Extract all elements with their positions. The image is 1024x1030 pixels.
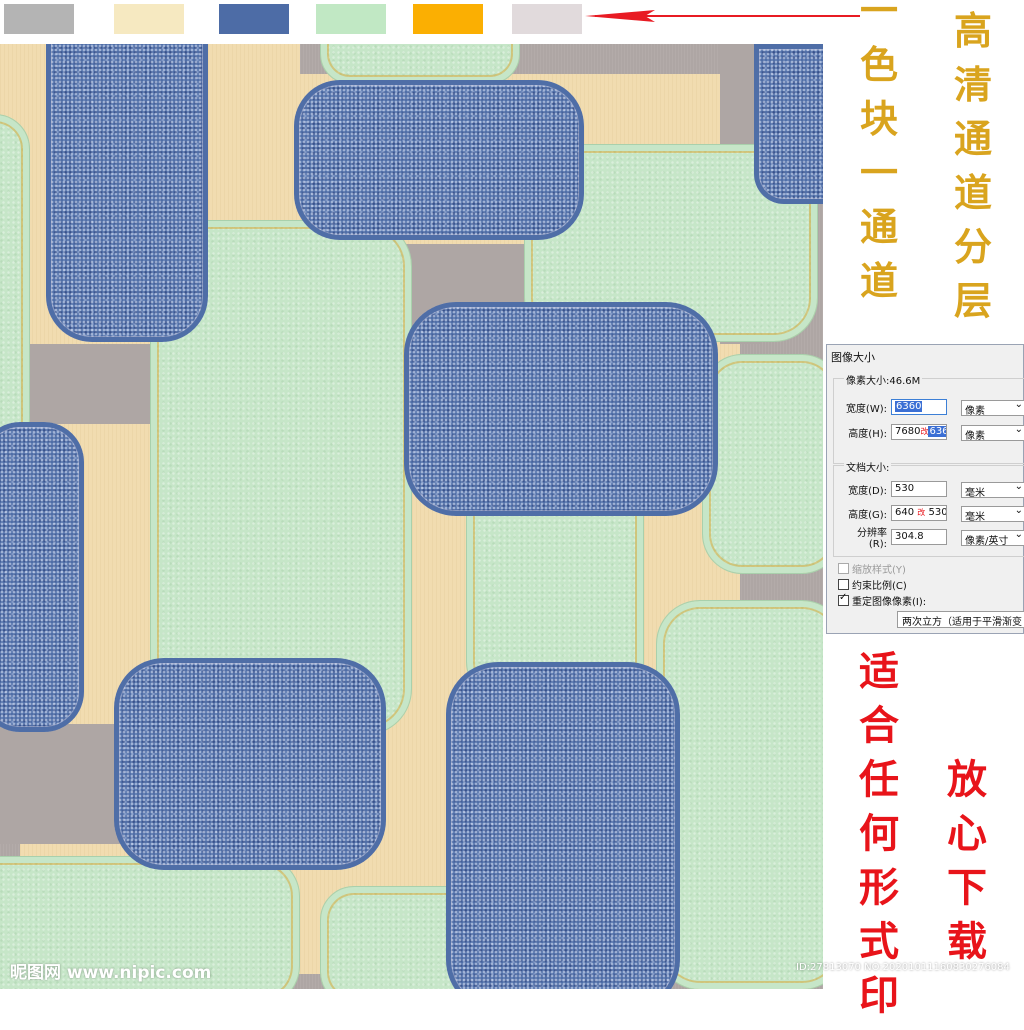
green-tile <box>702 354 823 574</box>
caption-char: 下 <box>947 864 987 911</box>
pixel-width-unit-select[interactable]: 像素 <box>961 399 1024 417</box>
image-size-dialog: 图像大小 像素大小:46.6M 宽度(W): 6360 像素 高度(H): 76… <box>826 344 1024 634</box>
blue-tile <box>0 422 84 732</box>
caption-char: 适 <box>859 648 899 695</box>
caption-char: 心 <box>947 810 987 857</box>
doc-width-unit-select[interactable]: 毫米 <box>961 481 1024 499</box>
watermark-site: 昵图网 www.nipic.com <box>10 963 212 983</box>
scale-styles-checkbox[interactable]: 缩放样式(Y) <box>838 561 906 576</box>
resolution-unit-select[interactable]: 像素/英寸 <box>961 529 1024 547</box>
swatch-blue <box>219 4 289 34</box>
resolution-label: 分辨率(R): <box>857 528 887 550</box>
height-label: 高度(H): <box>848 428 887 440</box>
resample-method-select[interactable]: 两次立方（适用于平滑渐变 <box>897 611 1024 628</box>
checkbox-box <box>838 579 849 590</box>
pixel-width-row: 宽度(W): 6360 <box>841 398 947 416</box>
caption-safe-download: 放 心 下 载 <box>940 760 994 976</box>
dialog-title: 图像大小 <box>831 351 875 364</box>
swatch-orange <box>413 4 483 34</box>
green-tile <box>320 44 520 84</box>
caption-char: 清 <box>953 62 992 107</box>
caption-char: 分 <box>953 224 992 269</box>
blue-tile <box>446 662 680 989</box>
blue-tile <box>754 44 823 204</box>
left-arrow-icon <box>585 10 860 22</box>
width-label: 宽度(W): <box>845 403 887 415</box>
resolution-input[interactable]: 304.8 <box>891 529 947 545</box>
blue-tile <box>46 44 208 342</box>
green-tile <box>656 600 823 989</box>
caption-char: 一 <box>859 150 898 195</box>
edit-mark: 改 <box>917 508 926 517</box>
caption-char: 道 <box>953 170 992 215</box>
pixel-height-new-value: 6360 <box>928 426 946 437</box>
gray-strip <box>0 724 120 844</box>
swatch-light-gray <box>512 4 582 34</box>
pixel-height-input[interactable]: 7680改6360 <box>891 424 947 440</box>
pixel-height-value: 7680 <box>895 426 921 437</box>
blue-tile <box>114 658 386 870</box>
doc-width-row: 宽度(D): 530 <box>841 480 947 498</box>
caption-char: 任 <box>859 756 899 803</box>
caption-char: 通 <box>953 116 992 161</box>
doc-height-input[interactable]: 640 改 530 <box>891 505 947 521</box>
caption-char: 层 <box>953 278 992 323</box>
constrain-proportions-label: 约束比例(C) <box>852 581 907 592</box>
caption-char: 通 <box>859 204 898 249</box>
doc-height-value: 640 <box>895 507 915 518</box>
doc-width-input[interactable]: 530 <box>891 481 947 497</box>
caption-char: 色 <box>859 42 898 87</box>
caption-char: 块 <box>859 96 898 141</box>
document-size-label: 文档大小: <box>844 459 892 474</box>
swatch-gray <box>4 4 74 34</box>
scale-styles-label: 缩放样式(Y) <box>852 565 906 576</box>
caption-char: 形 <box>859 864 899 911</box>
checkbox-box <box>838 563 849 574</box>
watermark-id: ID:27813070 NO:20201011160830276084 <box>796 962 1010 973</box>
pixel-height-row: 高度(H): 7680改6360 <box>841 423 947 441</box>
caption-char: 何 <box>859 810 899 857</box>
doc-height-row: 高度(G): 640 改 530 <box>841 504 947 522</box>
doc-height-new-value: 530 <box>928 507 947 518</box>
swatch-tan <box>114 4 184 34</box>
blue-tile <box>294 80 584 240</box>
caption-char: 道 <box>859 258 898 303</box>
caption-char: 高 <box>953 8 992 53</box>
caption-one-color-one-channel: 一 色 块 一 通 道 <box>852 0 906 316</box>
doc-width-label: 宽度(D): <box>848 485 887 497</box>
caption-hd-channel-layers: 高 清 通 道 分 层 <box>946 12 1000 336</box>
swatch-mint <box>316 4 386 34</box>
constrain-proportions-checkbox[interactable]: 约束比例(C) <box>838 577 907 592</box>
caption-char: 一 <box>859 0 898 33</box>
caption-char: 印 <box>859 972 899 1019</box>
green-tile <box>0 114 30 454</box>
caption-char: 放 <box>947 756 987 803</box>
resample-label: 重定图像像素(I): <box>852 597 927 608</box>
textile-pattern-image <box>0 44 823 989</box>
caption-suits-any-print: 适 合 任 何 形 式 印 <box>852 652 906 1030</box>
pixel-dimensions-group: 像素大小:46.6M <box>833 372 1024 464</box>
pixel-width-value: 6360 <box>895 401 923 412</box>
doc-height-unit-select[interactable]: 毫米 <box>961 505 1024 523</box>
caption-char: 合 <box>859 702 899 749</box>
pixel-width-input[interactable]: 6360 <box>891 399 947 415</box>
doc-height-label: 高度(G): <box>848 509 887 521</box>
pixel-height-unit-select[interactable]: 像素 <box>961 424 1024 442</box>
resample-checkbox[interactable]: 重定图像像素(I): <box>838 592 927 608</box>
blue-tile <box>404 302 718 516</box>
checkbox-box <box>838 592 849 606</box>
pixel-dimensions-label: 像素大小:46.6M <box>844 372 923 387</box>
resolution-row: 分辨率(R): 304.8 <box>841 528 947 550</box>
